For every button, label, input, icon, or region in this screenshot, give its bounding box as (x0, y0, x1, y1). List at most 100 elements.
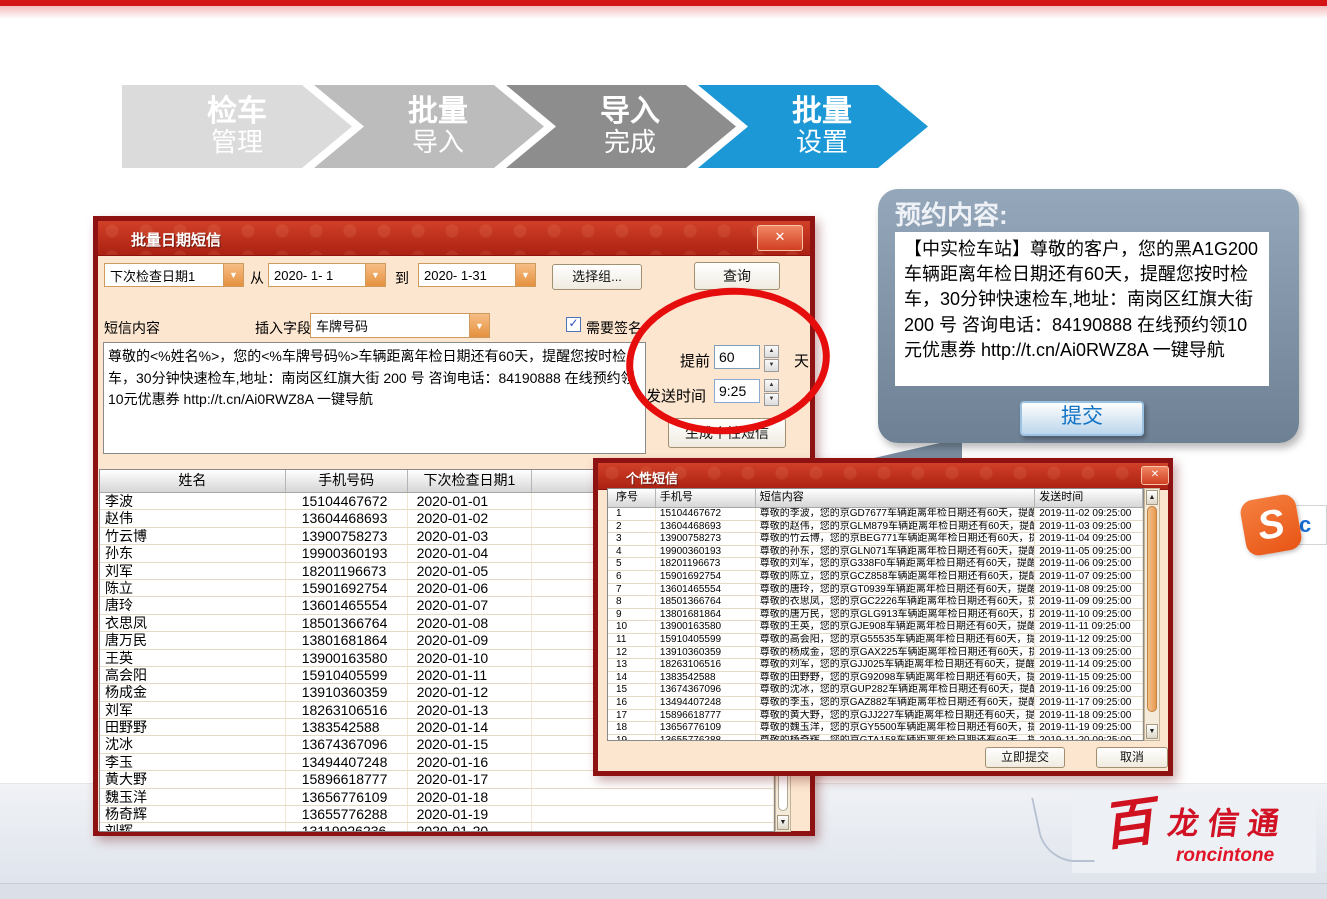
table-cell: 尊敬的刘军，您的京GJJ025车辆距离年检日期还有60天，提醒您... (756, 659, 1035, 671)
table-row[interactable]: 1613494407248尊敬的李玉，您的京GAZ882车辆距离年检日期还有60… (608, 697, 1143, 710)
date-from-picker[interactable]: 2020- 1- 1 ▼ (268, 263, 386, 287)
table-row[interactable]: 1513674367096尊敬的沈冰，您的京GUP282车辆距离年检日期还有60… (608, 684, 1143, 697)
date-to-picker[interactable]: 2020- 1-31 ▼ (418, 263, 536, 287)
table-row[interactable]: 818501366764尊敬的衣思凤，您的京GC2226车辆距离年检日期还有60… (608, 596, 1143, 609)
table-cell: 2020-01-03 (408, 528, 533, 544)
submit-button[interactable]: 提交 (1020, 401, 1144, 436)
dialog-titlebar[interactable]: 批量日期短信 ✕ (98, 221, 810, 256)
table-cell: 2020-01-02 (408, 510, 533, 526)
column-header: 短信内容 (756, 489, 1035, 507)
table-row[interactable]: 518201196673尊敬的刘军，您的京G338F0车辆距离年检日期还有60天… (608, 558, 1143, 571)
sms-preview-box: 【中实检车站】尊敬的客户，您的黑A1G200车辆距离年检日期还有60天，提醒您按… (895, 232, 1269, 386)
table-cell: 2019-11-05 09:25:00 (1035, 546, 1143, 558)
table-cell: 孙东 (100, 545, 286, 561)
table-cell: 2020-01-10 (408, 650, 533, 666)
dialog-title: 个性短信 (626, 468, 678, 487)
chevron-down-icon[interactable]: ▼ (515, 264, 535, 286)
table-cell: 5 (608, 558, 656, 570)
close-icon[interactable]: ✕ (1141, 466, 1169, 485)
field-select[interactable]: 下次检查日期1 ▼ (104, 263, 244, 287)
table-row[interactable]: 1013900163580尊敬的王英，您的京GJE908车辆距离年检日期还有60… (608, 621, 1143, 634)
table-cell: 2020-01-13 (408, 702, 533, 718)
step-1[interactable]: 检车管理 (122, 85, 352, 168)
table-row[interactable]: 1715896618777尊敬的黄大野，您的京GJJ227车辆距离年检日期还有6… (608, 710, 1143, 723)
table-row[interactable]: 213604468693尊敬的赵伟，您的京GLM879车辆距离年检日期还有60天… (608, 521, 1143, 534)
cancel-button[interactable]: 取消 (1096, 747, 1168, 768)
table-cell: 2020-01-04 (408, 545, 533, 561)
table-cell: 1383542588 (656, 672, 756, 684)
table-row[interactable]: 刘辉131199262362020-01-20 (100, 823, 774, 832)
close-icon[interactable]: ✕ (757, 225, 803, 251)
table-row[interactable]: 魏玉洋136567761092020-01-18 (100, 789, 774, 806)
table-cell: 15 (608, 684, 656, 696)
step-subtitle: 导入 (412, 128, 464, 158)
scrollbar-thumb[interactable] (1147, 506, 1157, 712)
chevron-down-icon[interactable]: ▼ (469, 314, 489, 337)
step-title: 导入 (600, 95, 660, 128)
table-cell: 2019-11-12 09:25:00 (1035, 634, 1143, 646)
table-cell: 13601465554 (656, 584, 756, 596)
table-cell: 2020-01-06 (408, 580, 533, 596)
table-row[interactable]: 115104467672尊敬的李波，您的京GD7677车辆距离年检日期还有60天… (608, 508, 1143, 521)
column-header: 手机号码 (286, 470, 408, 492)
dialog-titlebar[interactable]: 个性短信 ✕ (598, 463, 1168, 490)
table-cell: 陈立 (100, 580, 286, 596)
sogou-s-icon[interactable]: S (1239, 493, 1304, 558)
bottom-strip (0, 883, 1327, 899)
chevron-down-icon[interactable]: ▼ (223, 264, 243, 286)
table-cell: 2019-11-16 09:25:00 (1035, 684, 1143, 696)
table-cell: 尊敬的唐玲，您的京GT0939车辆距离年检日期还有60天，提醒... (756, 584, 1035, 596)
table-row[interactable]: 1115910405599尊敬的高会阳，您的京G55535车辆距离年检日期还有6… (608, 634, 1143, 647)
field-select-value: 下次检查日期1 (105, 266, 223, 285)
table-cell: 高会阳 (100, 667, 286, 683)
table-cell: 18201196673 (286, 563, 408, 579)
table-cell: 13601465554 (286, 597, 408, 613)
table-cell: 2020-01-15 (408, 736, 533, 752)
table-row[interactable]: 141383542588尊敬的田野野，您的京G92098车辆距离年检日期还有60… (608, 672, 1143, 685)
submit-now-button[interactable]: 立即提交 (985, 747, 1065, 768)
table-cell: 2020-01-05 (408, 563, 533, 579)
table-cell: 2020-01-09 (408, 632, 533, 648)
table-cell: 黄大野 (100, 771, 286, 787)
table-cell: 13604468693 (286, 510, 408, 526)
need-sign-checkbox[interactable]: ✓ (566, 317, 581, 332)
table-cell: 15896618777 (286, 771, 408, 787)
table-cell: 2019-11-10 09:25:00 (1035, 609, 1143, 621)
table-cell: 2020-01-11 (408, 667, 533, 683)
table-cell: 13119926236 (286, 823, 408, 832)
table-cell: 2019-11-06 09:25:00 (1035, 558, 1143, 570)
table-cell: 2019-11-17 09:25:00 (1035, 697, 1143, 709)
table-row[interactable]: 615901692754尊敬的陈立，您的京GCZ858车辆距离年检日期还有60天… (608, 571, 1143, 584)
scroll-down-icon[interactable]: ▼ (777, 815, 789, 830)
sms-template-input[interactable]: 尊敬的<%姓名%>，您的<%车牌号码%>车辆距离年检日期还有60天，提醒您按时检… (103, 342, 646, 454)
personal-table-body: 115104467672尊敬的李波，您的京GD7677车辆距离年检日期还有60天… (608, 508, 1143, 741)
table-row[interactable]: 313900758273尊敬的竹云博，您的京BEG771车辆距离年检日期还有60… (608, 533, 1143, 546)
table-row[interactable]: 913801681864尊敬的唐万民，您的京GLG913车辆距离年检日期还有60… (608, 609, 1143, 622)
table-cell: 2019-11-02 09:25:00 (1035, 508, 1143, 520)
personal-table-scrollbar[interactable]: ▲ ▼ (1144, 488, 1160, 741)
table-row[interactable]: 杨奇辉136557762882020-01-19 (100, 806, 774, 823)
column-header: 手机号 (656, 489, 756, 507)
table-row[interactable]: 1813656776109尊敬的魏玉洋，您的京GY5500车辆距离年检日期还有6… (608, 722, 1143, 735)
table-cell: 尊敬的刘军，您的京G338F0车辆距离年检日期还有60天，提醒... (756, 558, 1035, 570)
select-group-button[interactable]: 选择组... (552, 264, 642, 290)
table-cell: 尊敬的高会阳，您的京G55535车辆距离年检日期还有60天，提... (756, 634, 1035, 646)
table-cell: 13494407248 (286, 754, 408, 770)
insert-field-select[interactable]: 车牌号码 ▼ (310, 313, 490, 338)
table-cell: 2019-11-20 09:25:00 (1035, 735, 1143, 741)
table-row[interactable]: 1318263106516尊敬的刘军，您的京GJJ025车辆距离年检日期还有60… (608, 659, 1143, 672)
table-row[interactable]: 713601465554尊敬的唐玲，您的京GT0939车辆距离年检日期还有60天… (608, 584, 1143, 597)
table-cell: 1383542588 (286, 719, 408, 735)
table-row[interactable]: 1213910360359尊敬的杨成金，您的京GAX225车辆距离年检日期还有6… (608, 647, 1143, 660)
scroll-down-icon[interactable]: ▼ (1146, 724, 1158, 739)
table-row[interactable]: 419900360193尊敬的孙东，您的京GLN071车辆距离年检日期还有60天… (608, 546, 1143, 559)
query-button[interactable]: 查询 (694, 262, 780, 290)
table-cell: 1 (608, 508, 656, 520)
table-cell: 2019-11-09 09:25:00 (1035, 596, 1143, 608)
table-row[interactable]: 1913655776288尊敬的杨奇辉，您的京GTA158车辆距离年检日期还有6… (608, 735, 1143, 741)
table-cell: 2020-01-01 (408, 493, 533, 509)
table-cell: 13674367096 (286, 736, 408, 752)
date-to-value: 2020- 1-31 (419, 268, 515, 283)
scroll-up-icon[interactable]: ▲ (1146, 490, 1158, 505)
chevron-down-icon[interactable]: ▼ (365, 264, 385, 286)
